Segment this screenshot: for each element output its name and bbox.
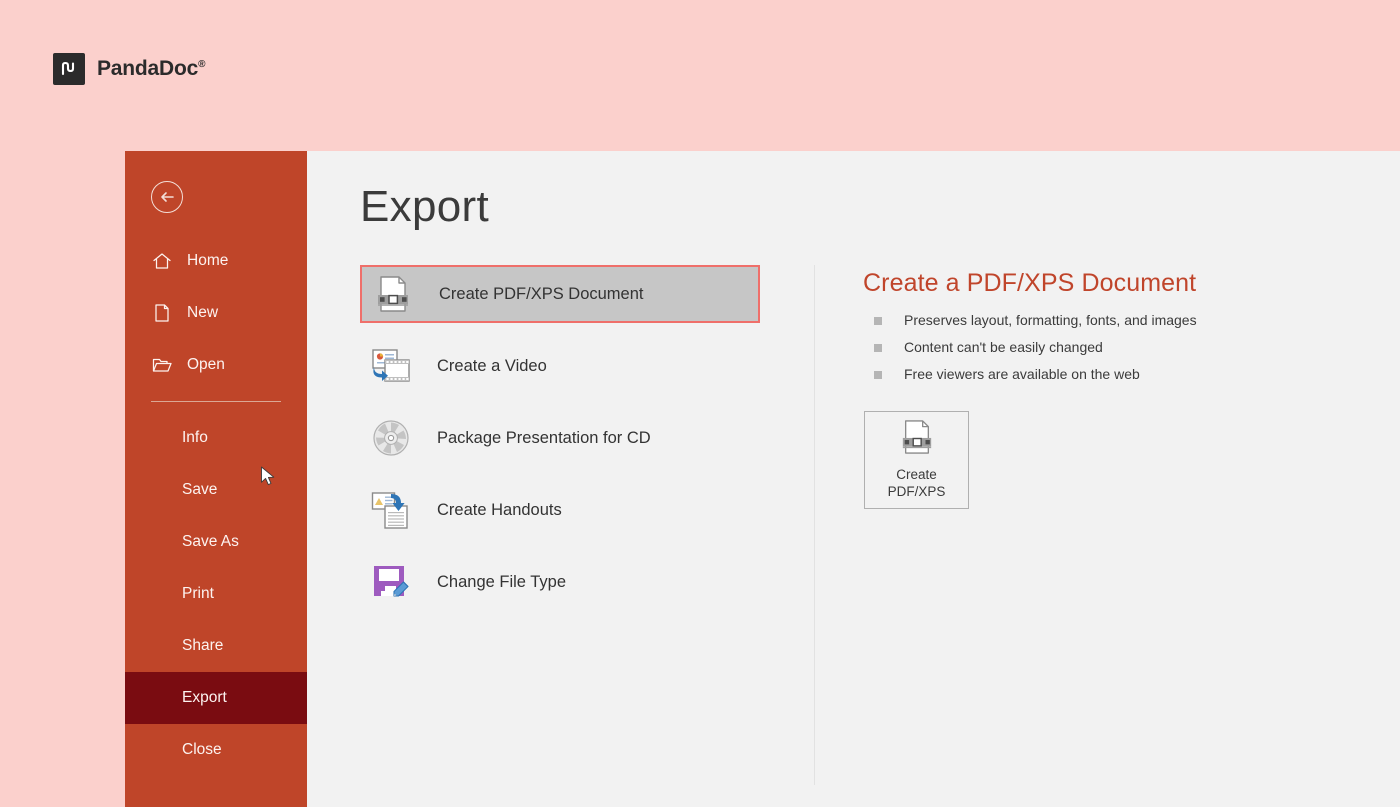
page-title: Export xyxy=(360,182,489,231)
backstage-sidebar: Home New Open Info Save Save As Print Sh… xyxy=(125,151,307,807)
video-film-icon xyxy=(371,346,411,386)
sidebar-item-new[interactable]: New xyxy=(125,287,307,339)
sidebar-divider xyxy=(151,401,281,402)
export-option-label: Change File Type xyxy=(437,572,567,591)
sidebar-item-label: Close xyxy=(182,741,222,758)
detail-bullet: Preserves layout, formatting, fonts, and… xyxy=(863,312,1400,328)
button-line-2: PDF/XPS xyxy=(887,484,946,499)
handouts-icon xyxy=(371,490,411,530)
sidebar-item-save-as[interactable]: Save As xyxy=(125,516,307,568)
export-option-label: Create a Video xyxy=(437,356,547,375)
export-option-label: Create PDF/XPS Document xyxy=(439,284,644,303)
sidebar-item-label: Info xyxy=(182,429,208,446)
sidebar-item-label: Home xyxy=(187,252,229,269)
detail-bullet: Free viewers are available on the web xyxy=(863,366,1400,382)
sidebar-item-home[interactable]: Home xyxy=(125,235,307,287)
export-option-create-video[interactable]: Create a Video xyxy=(360,337,810,395)
export-option-create-pdf-xps[interactable]: Create PDF/XPS Document xyxy=(360,265,760,323)
sidebar-item-export[interactable]: Export xyxy=(125,466,307,724)
trademark-symbol: ® xyxy=(198,59,206,70)
sidebar-item-save[interactable]: Save xyxy=(125,464,307,516)
export-detail-pane: Create a PDF/XPS Document Preserves layo… xyxy=(815,265,1400,785)
create-pdf-xps-button[interactable]: Create PDF/XPS xyxy=(864,411,969,509)
sidebar-item-label: New xyxy=(187,304,219,321)
bullet-square-icon xyxy=(874,344,882,352)
sidebar-item-print[interactable]: Print xyxy=(125,568,307,620)
export-option-label: Create Handouts xyxy=(437,500,562,519)
sidebar-item-open[interactable]: Open xyxy=(125,339,307,391)
powerpoint-backstage-screenshot: PandaDoc® Home New Open Info Save Save A… xyxy=(0,0,1400,807)
sidebar-item-label: Export xyxy=(182,689,227,706)
detail-bullet-text: Preserves layout, formatting, fonts, and… xyxy=(904,312,1197,328)
export-option-change-file-type[interactable]: Change File Type xyxy=(360,553,810,611)
backstage-content: Export Create PDF/XPS Document Create a … xyxy=(307,151,1400,807)
mouse-pointer-icon xyxy=(260,466,277,492)
sidebar-item-label: Share xyxy=(182,637,224,654)
backstage-window: Home New Open Info Save Save As Print Sh… xyxy=(125,151,1400,807)
create-pdf-xps-button-label: Create PDF/XPS xyxy=(888,467,946,501)
export-options-list: Create PDF/XPS Document Create a Video P… xyxy=(360,265,810,785)
button-line-1: Create xyxy=(896,467,937,483)
floppy-pencil-icon xyxy=(371,562,411,602)
sidebar-item-label: Save As xyxy=(182,533,239,550)
detail-bullet: Content can't be easily changed xyxy=(863,339,1400,355)
sidebar-item-close[interactable]: Close xyxy=(125,724,307,776)
new-document-icon xyxy=(151,302,173,324)
detail-title: Create a PDF/XPS Document xyxy=(863,269,1197,297)
sidebar-item-label: Open xyxy=(187,356,225,373)
bullet-square-icon xyxy=(874,371,882,379)
open-folder-icon xyxy=(151,354,173,376)
brand-name: PandaDoc® xyxy=(97,57,206,80)
sidebar-item-label: Save xyxy=(182,481,218,498)
detail-bullet-text: Content can't be easily changed xyxy=(904,339,1103,355)
pd-monogram-icon xyxy=(53,53,85,85)
cd-disc-icon xyxy=(371,418,411,458)
pdf-xps-document-icon xyxy=(900,419,934,460)
pdf-xps-document-icon xyxy=(373,274,413,314)
bullet-square-icon xyxy=(874,317,882,325)
pandadoc-logo: PandaDoc® xyxy=(53,53,205,85)
back-circle-arrow-icon[interactable] xyxy=(151,181,183,213)
home-icon xyxy=(151,250,173,272)
sidebar-item-label: Print xyxy=(182,585,214,602)
export-option-package-cd[interactable]: Package Presentation for CD xyxy=(360,409,810,467)
sidebar-item-info[interactable]: Info xyxy=(125,412,307,464)
detail-bullet-text: Free viewers are available on the web xyxy=(904,366,1140,382)
export-option-create-handouts[interactable]: Create Handouts xyxy=(360,481,810,539)
export-option-label: Package Presentation for CD xyxy=(437,428,651,447)
sidebar-item-share[interactable]: Share xyxy=(125,620,307,672)
